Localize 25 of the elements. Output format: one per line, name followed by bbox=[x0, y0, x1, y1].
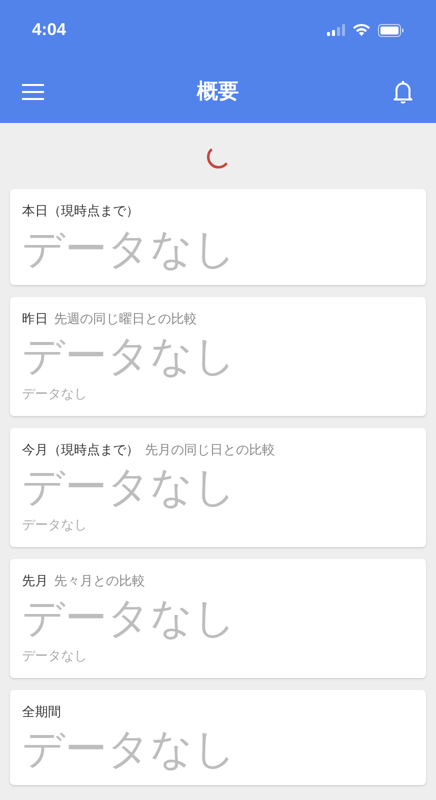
card-title: 本日（現時点まで） bbox=[22, 202, 139, 220]
card-comparison: データなし bbox=[22, 647, 88, 665]
card-title: 昨日 bbox=[22, 310, 48, 328]
bell-icon bbox=[393, 80, 413, 104]
card-title: 先月 bbox=[22, 572, 48, 590]
card-subtitle: 先月の同じ日との比較 bbox=[145, 440, 275, 458]
notifications-button[interactable] bbox=[392, 78, 414, 104]
card-subtitle: 先週の同じ曜日との比較 bbox=[54, 310, 197, 328]
wifi-icon bbox=[353, 24, 370, 36]
card-value: データなし bbox=[22, 724, 237, 774]
menu-button[interactable] bbox=[22, 82, 44, 100]
card-value: データなし bbox=[22, 224, 237, 274]
card-subtitle: 先々月との比較 bbox=[54, 572, 145, 590]
page-title: 概要 bbox=[197, 78, 239, 105]
card-comparison: データなし bbox=[22, 385, 88, 403]
card-title: 今月（現時点まで） bbox=[22, 440, 139, 458]
card-value: データなし bbox=[22, 593, 237, 643]
battery-icon bbox=[378, 24, 404, 36]
card-comparison: データなし bbox=[22, 516, 88, 534]
status-time: 4:04 bbox=[32, 19, 66, 42]
card-value: データなし bbox=[22, 331, 237, 381]
card-value: データなし bbox=[22, 462, 237, 512]
menu-icon bbox=[22, 84, 44, 100]
card-title: 全期間 bbox=[22, 702, 61, 720]
signal-icon bbox=[327, 24, 345, 36]
